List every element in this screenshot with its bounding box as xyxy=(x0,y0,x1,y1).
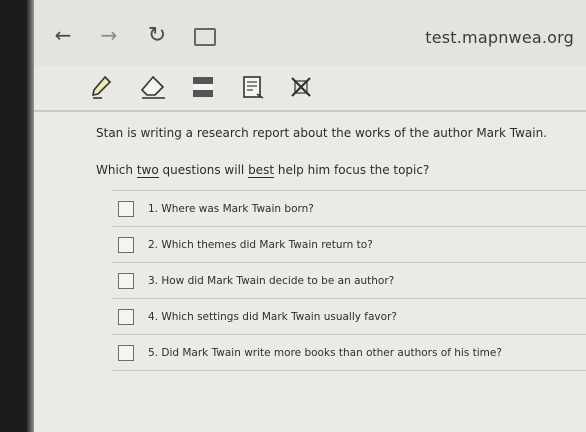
stem-text: Which xyxy=(96,163,137,177)
question-prompt: Stan is writing a research report about … xyxy=(96,126,547,140)
notepad-icon[interactable] xyxy=(238,72,268,102)
answer-option-label: 3. How did Mark Twain decide to be an au… xyxy=(148,274,395,287)
answer-option-label: 2. Which themes did Mark Twain return to… xyxy=(148,238,373,251)
reload-icon[interactable]: ↻ xyxy=(144,22,170,48)
screen: ← → ↻ test.mapnwea.org Stan is writing a… xyxy=(0,0,586,432)
stem-underlined-word: two xyxy=(136,163,159,178)
checkbox[interactable] xyxy=(118,344,134,361)
answer-option-5[interactable]: 5. Did Mark Twain write more books than … xyxy=(112,334,586,371)
question-stem: Which two questions will best help him f… xyxy=(96,163,430,178)
answer-option-label: 4. Which settings did Mark Twain usually… xyxy=(148,310,397,323)
browser-toolbar: ← → ↻ test.mapnwea.org xyxy=(34,0,586,67)
address-bar-url[interactable]: test.mapnwea.org xyxy=(425,28,574,47)
answer-options: 1. Where was Mark Twain born? 2. Which t… xyxy=(112,190,586,371)
pencil-icon[interactable] xyxy=(86,72,116,102)
answer-option-1[interactable]: 1. Where was Mark Twain born? xyxy=(112,190,586,226)
stem-text: questions will xyxy=(158,163,249,177)
answer-option-label: 5. Did Mark Twain write more books than … xyxy=(148,346,502,359)
test-tools-toolbar xyxy=(34,66,586,112)
stem-underlined-word: best xyxy=(248,163,275,178)
answer-eliminator-icon[interactable] xyxy=(286,72,316,102)
eraser-icon[interactable] xyxy=(138,72,168,102)
answer-option-4[interactable]: 4. Which settings did Mark Twain usually… xyxy=(112,298,586,334)
checkbox[interactable] xyxy=(118,236,134,253)
back-arrow-icon[interactable]: ← xyxy=(50,22,76,48)
tab-switcher-icon[interactable] xyxy=(194,28,216,46)
answer-option-2[interactable]: 2. Which themes did Mark Twain return to… xyxy=(112,226,586,262)
answer-option-label: 1. Where was Mark Twain born? xyxy=(148,202,314,215)
line-reader-icon[interactable] xyxy=(188,72,218,102)
answer-option-3[interactable]: 3. How did Mark Twain decide to be an au… xyxy=(112,262,586,298)
checkbox[interactable] xyxy=(118,200,134,217)
forward-arrow-icon[interactable]: → xyxy=(96,22,122,48)
checkbox[interactable] xyxy=(118,308,134,325)
stem-text: help him focus the topic? xyxy=(274,163,430,177)
checkbox[interactable] xyxy=(118,272,134,289)
